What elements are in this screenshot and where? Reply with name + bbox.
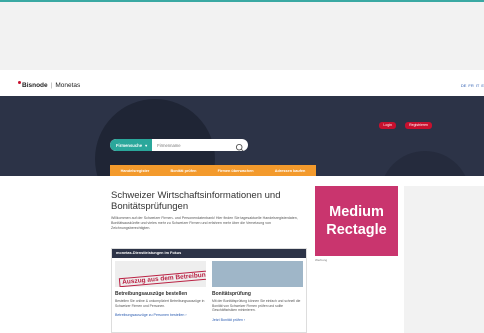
main-nav: Handelsregister Bonität prüfen Firmen üb… bbox=[110, 165, 316, 176]
service-card-betreibung[interactable]: Auszug aus dem Betreibungsregister Betre… bbox=[115, 261, 206, 333]
card-link[interactable]: Betreibungsauszüge zu Personen bestellen… bbox=[115, 313, 206, 317]
chevron-right-icon: › bbox=[185, 313, 187, 317]
card-link-text: Betreibungsauszüge zu Personen bestellen bbox=[115, 313, 185, 317]
ad-label: Werbung bbox=[315, 258, 328, 262]
nav-adressen-kaufen[interactable]: Adressen kaufen bbox=[275, 169, 306, 173]
chevron-right-icon: › bbox=[243, 317, 246, 322]
bisnode-monetas-logo[interactable]: Bisnode | Monetas bbox=[18, 81, 81, 89]
search-input[interactable] bbox=[152, 140, 235, 150]
nav-handelsregister[interactable]: Handelsregister bbox=[121, 169, 150, 173]
lang-de[interactable]: DE bbox=[461, 83, 467, 88]
logo-dot-icon bbox=[18, 81, 21, 84]
nav-firmen-ueberwachen[interactable]: Firmen überwachen bbox=[218, 169, 254, 173]
card-title: Bonitätsprüfung bbox=[212, 291, 251, 297]
brand-bar: Bisnode | Monetas DE FR IT E bbox=[0, 80, 484, 94]
register-button[interactable]: Registrieren bbox=[405, 122, 432, 129]
ad-line-2: Rectagle bbox=[326, 222, 387, 238]
company-search-box: Firmensuche ▾ bbox=[110, 139, 248, 151]
search-icon[interactable] bbox=[235, 140, 245, 151]
logo-separator: | bbox=[50, 82, 53, 89]
card-title: Betreibungsauszüge bestellen bbox=[115, 291, 188, 297]
page-title: Schweizer Wirtschaftsinformationen und B… bbox=[111, 190, 281, 212]
hero-search-area: Login Registrieren Firmensuche ▾ bbox=[0, 96, 484, 176]
bonitaet-image bbox=[212, 261, 303, 287]
betreibung-stamp: Auszug aus dem Betreibungsregister bbox=[118, 267, 206, 287]
card-link[interactable]: Jetzt Bonität prüfen › bbox=[212, 318, 303, 322]
top-ad-banner[interactable] bbox=[0, 0, 484, 70]
login-button[interactable]: Login bbox=[379, 122, 396, 129]
logo-brand: Bisnode bbox=[22, 82, 48, 89]
language-switcher: DE FR IT E bbox=[461, 83, 484, 88]
chevron-down-icon: ▾ bbox=[145, 142, 148, 148]
card-link-text: Jetzt Bonität prüfen bbox=[212, 317, 243, 322]
search-type-select[interactable]: Firmensuche ▾ bbox=[110, 139, 153, 151]
search-type-label: Firmensuche bbox=[116, 142, 143, 148]
service-card-bonitaet[interactable]: Bonitätsprüfung Mit der Bonitätsprüfung … bbox=[212, 261, 303, 333]
side-ad-banner[interactable] bbox=[404, 186, 484, 333]
card-text: Bestellen Sie online & unkompliziert Bet… bbox=[115, 299, 205, 308]
betreibung-image: Auszug aus dem Betreibungsregister bbox=[115, 261, 206, 287]
nav-bonitaet-pruefen[interactable]: Bonität prüfen bbox=[171, 169, 197, 173]
page: Bisnode | Monetas DE FR IT E Login Regis… bbox=[0, 0, 484, 333]
card-text: Mit der Bonitätsprüfung können Sie einfa… bbox=[212, 299, 301, 312]
lang-fr[interactable]: FR bbox=[468, 83, 473, 88]
services-panel: monetas-Dienstleistungen im Fokus Auszug… bbox=[111, 248, 307, 333]
logo-product: Monetas bbox=[55, 82, 81, 89]
ad-line-1: Medium bbox=[329, 204, 384, 220]
medium-rectangle-ad[interactable]: Medium Rectagle bbox=[315, 186, 398, 256]
hero-decor-circle-2 bbox=[380, 151, 470, 176]
services-heading: monetas-Dienstleistungen im Fokus bbox=[112, 249, 306, 258]
intro-text: Willkommen auf der Schweizer Firmen- und… bbox=[111, 216, 298, 230]
lang-it[interactable]: IT bbox=[476, 83, 480, 88]
